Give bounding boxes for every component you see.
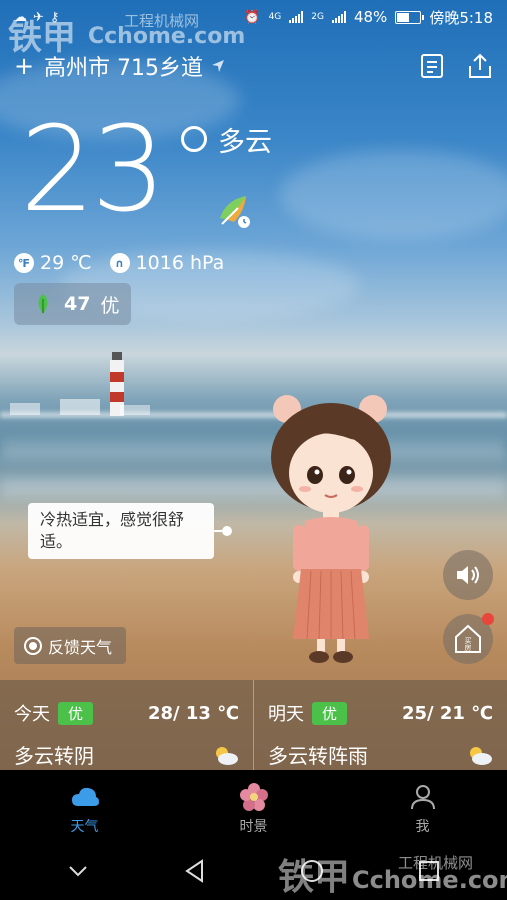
air-quality-badge: 优 — [58, 701, 94, 725]
forecast-tomorrow[interactable]: 明天 优 25/ 21 ℃ 多云转阵雨 — [253, 680, 507, 770]
leaf-icon — [38, 294, 48, 314]
feedback-icon — [24, 636, 42, 655]
forecast-strip: 今天 优 28/ 13 ℃ 多云转阴 明天 优 25/ 21 ℃ 多云转阵雨 — [0, 680, 507, 770]
wave — [0, 440, 507, 460]
aqi-value: 47 — [64, 293, 91, 315]
cloud-icon — [71, 787, 99, 806]
degree-symbol — [181, 126, 207, 152]
signal-icon — [331, 11, 346, 23]
feels-like-metric: ℉ 29 ℃ — [14, 252, 92, 274]
bottom-tab-bar: 天气 时景 我 — [0, 770, 507, 842]
tab-me[interactable]: 我 — [338, 770, 507, 842]
aqi-level: 优 — [100, 294, 120, 317]
tab-weather[interactable]: 天气 — [0, 770, 169, 842]
umbrella-icon[interactable] — [216, 194, 254, 230]
speaker-icon — [457, 566, 479, 584]
temperature-range: 25/ 21 ℃ — [401, 702, 493, 724]
tab-label: 天气 — [70, 819, 99, 835]
buy-house-button[interactable]: 买 房 — [443, 613, 494, 664]
current-condition: 多云 — [218, 127, 272, 158]
temperature-range: 28/ 13 ℃ — [147, 702, 239, 724]
voice-broadcast-button[interactable] — [443, 550, 493, 600]
clock: 傍晚5:18 — [429, 8, 493, 27]
location-header: + 高州市 715乡道 — [14, 48, 494, 84]
back-button[interactable] — [181, 857, 209, 885]
forecast-condition: 多云转阴 — [14, 744, 94, 768]
location-arrow-icon — [212, 60, 224, 72]
watermark-url: Cchome.com — [88, 24, 246, 49]
alarm-icon: ⏰ — [244, 9, 261, 25]
bubble-dot — [222, 526, 232, 536]
share-icon[interactable] — [466, 52, 494, 80]
wave — [0, 478, 507, 498]
hide-nav-button[interactable] — [64, 857, 92, 885]
forecast-condition: 多云转阵雨 — [268, 744, 368, 768]
network-type-label: 4G — [268, 12, 282, 22]
flower-icon — [239, 783, 268, 811]
cloud-shape — [280, 150, 507, 240]
partly-cloudy-icon — [216, 746, 238, 765]
news-icon[interactable] — [418, 52, 446, 80]
bubble-connector — [214, 530, 222, 532]
feels-like-value: 29 ℃ — [40, 252, 92, 274]
current-temperature: 23 — [20, 100, 166, 238]
signal-icon — [289, 11, 304, 23]
cartoon-girl-image[interactable] — [255, 395, 407, 667]
aqi-button[interactable]: 47 优 — [14, 283, 131, 325]
pressure-value: 1016 hPa — [135, 252, 225, 274]
forecast-today[interactable]: 今天 优 28/ 13 ℃ 多云转阴 — [0, 680, 253, 770]
chevron-down-icon — [69, 866, 88, 877]
air-quality-badge: 优 — [312, 701, 348, 725]
add-city-button[interactable]: + — [14, 52, 36, 80]
forecast-day: 明天 — [268, 704, 304, 725]
tab-scenery[interactable]: 时景 — [169, 770, 338, 842]
feedback-label: 反馈天气 — [48, 637, 113, 657]
battery-icon — [395, 10, 425, 24]
house-label-bottom: 房 — [465, 643, 472, 652]
battery-percent: 48% — [353, 8, 388, 26]
partly-cloudy-icon — [470, 746, 492, 765]
tab-label: 时景 — [239, 819, 268, 835]
location-name[interactable]: 高州市 715乡道 — [44, 50, 203, 82]
thermometer-icon: ℉ — [14, 253, 34, 273]
feedback-weather-button[interactable]: 反馈天气 — [14, 627, 126, 664]
network-type-label: 2G — [311, 12, 324, 22]
watermark-brand: 铁甲 — [278, 857, 351, 898]
forecast-day: 今天 — [14, 704, 50, 725]
comfort-tip-bubble: 冷热适宜，感觉很舒适。 — [28, 503, 214, 559]
notification-dot — [482, 613, 494, 625]
pressure-metric: ∩ 1016 hPa — [109, 252, 225, 274]
house-icon: 买 房 — [455, 624, 481, 653]
coast-buildings — [10, 399, 150, 415]
person-icon — [410, 785, 435, 810]
pressure-icon: ∩ — [109, 253, 130, 273]
tab-label: 我 — [415, 819, 430, 835]
weather-metrics: ℉ 29 ℃ ∩ 1016 hPa — [14, 252, 224, 274]
watermark-url: Cchome.com — [352, 866, 507, 894]
status-bar: ☁ ✈ ⚷ ⏰ 4G 2G 48% 傍晚5:18 — [0, 0, 507, 34]
back-triangle-icon — [185, 859, 204, 883]
